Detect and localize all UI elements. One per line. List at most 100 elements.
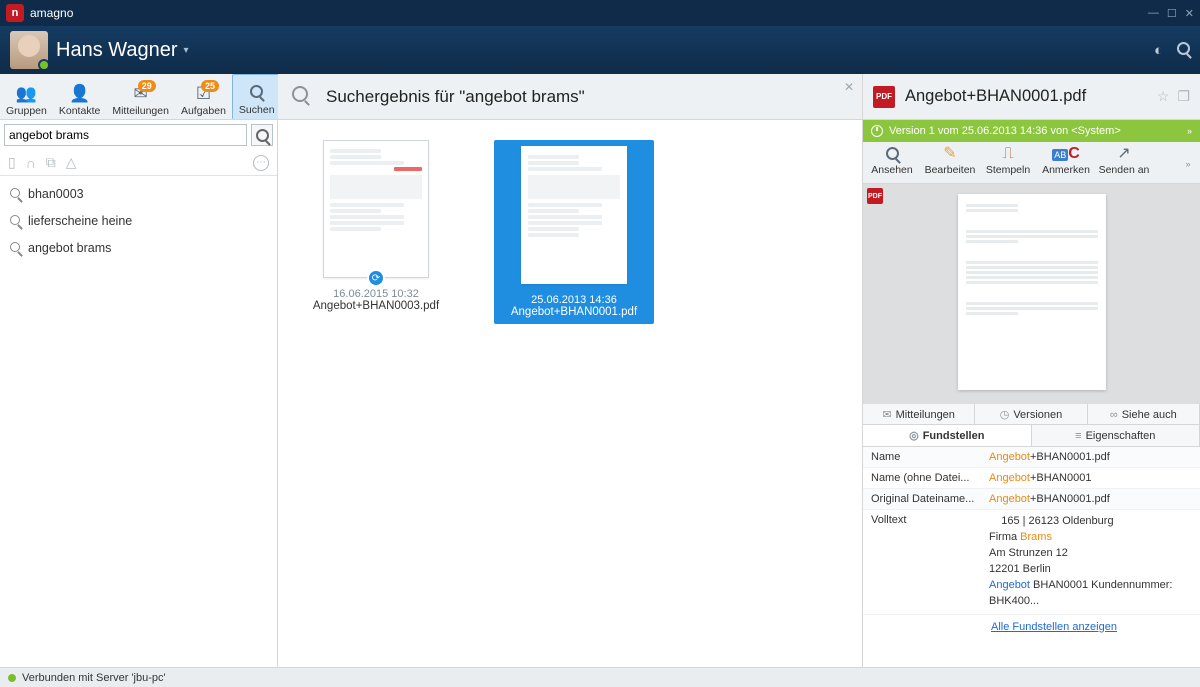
groups-icon: 👥 (16, 84, 37, 104)
filter-user-icon[interactable]: △ (66, 154, 77, 171)
document-thumbnail (521, 146, 627, 284)
link-icon: ∞ (1110, 409, 1118, 421)
tool-anmerken[interactable]: ABCAnmerken (1037, 142, 1095, 183)
prop-key: Name (ohne Datei... (871, 472, 989, 484)
show-all-hits-link[interactable]: Alle Fundstellen anzeigen (863, 615, 1200, 639)
nav-tabs: 👥 Gruppen 👤 Kontakte ✉29 Mitteilungen ☑2… (0, 74, 277, 120)
header-search-icon[interactable] (1177, 42, 1190, 59)
user-row: Hans Wagner ▾ ◐ (0, 26, 1200, 74)
close-panel-icon[interactable]: ✕ (844, 80, 854, 94)
tab-gruppen[interactable]: 👥 Gruppen (0, 74, 53, 119)
tool-label: Ansehen (871, 164, 912, 176)
version-text: Version 1 vom 25.06.2013 14:36 von <Syst… (889, 125, 1121, 137)
detail-preview[interactable]: PDF (863, 184, 1200, 404)
avatar[interactable] (10, 31, 48, 69)
maximize-icon[interactable]: ☐ (1167, 7, 1177, 20)
edit-icon: ✎ (921, 144, 979, 164)
titlebar: n amagno — ☐ ✕ (0, 0, 1200, 26)
tab-kontakte[interactable]: 👤 Kontakte (53, 74, 106, 119)
search-icon (292, 86, 308, 107)
tool-ansehen[interactable]: Ansehen (863, 142, 921, 183)
globe-icon[interactable]: ◐ (1154, 42, 1163, 59)
target-icon: ◎ (909, 429, 919, 442)
tool-senden[interactable]: ↗Senden an (1095, 142, 1153, 183)
dtab-mitteilungen[interactable]: ✉Mitteilungen (862, 403, 975, 425)
tool-label: Anmerken (1042, 164, 1090, 176)
version-bar: Version 1 vom 25.06.2013 14:36 von <Syst… (863, 120, 1200, 142)
user-dropdown-icon[interactable]: ▾ (184, 45, 189, 56)
tab-aufgaben-label: Aufgaben (181, 105, 226, 117)
tab-mitteilungen-label: Mitteilungen (112, 105, 169, 117)
recent-item-label: angebot brams (28, 241, 111, 255)
list-icon: ≡ (1075, 430, 1081, 442)
dtab-siehe-auch[interactable]: ∞Siehe auch (1087, 403, 1200, 425)
status-text: Verbunden mit Server 'jbu-pc' (22, 672, 166, 684)
tool-more[interactable]: » (1176, 142, 1200, 183)
dtab-versionen[interactable]: ◷Versionen (974, 403, 1087, 425)
app-name: amagno (30, 6, 73, 20)
user-name[interactable]: Hans Wagner (56, 39, 178, 62)
result-item-selected[interactable]: 25.06.2013 14:36 Angebot+BHAN0001.pdf (494, 140, 654, 324)
window-controls: — ☐ ✕ (1148, 7, 1194, 20)
tab-suchen-label: Suchen (239, 104, 275, 116)
messages-icon: ✉29 (134, 84, 148, 104)
minimize-icon[interactable]: — (1148, 7, 1159, 20)
prop-key: Name (871, 451, 989, 463)
close-icon[interactable]: ✕ (1185, 7, 1194, 20)
page-preview (958, 194, 1106, 390)
tab-suchen[interactable]: Suchen (232, 74, 282, 119)
sync-icon: ⟳ (367, 269, 385, 287)
recent-item[interactable]: angebot brams (0, 234, 277, 261)
search-icon (10, 240, 20, 255)
filter-mobile-icon[interactable]: ▯ (8, 154, 16, 171)
detail-toolbar: Ansehen ✎Bearbeiten ⎍Stempeln ABCAnmerke… (863, 142, 1200, 184)
result-name: Angebot+BHAN0001.pdf (500, 306, 648, 318)
tab-mitteilungen[interactable]: ✉29 Mitteilungen (106, 74, 175, 119)
properties-list: Name Angebot+BHAN0001.pdf Name (ohne Dat… (863, 447, 1200, 667)
contacts-icon: 👤 (69, 84, 90, 104)
left-panel: 👥 Gruppen 👤 Kontakte ✉29 Mitteilungen ☑2… (0, 74, 278, 667)
dtab-label: Eigenschaften (1086, 430, 1156, 442)
results-title: Suchergebnis für "angebot brams" (326, 87, 585, 107)
tool-stempeln[interactable]: ⎍Stempeln (979, 142, 1037, 183)
annotate-icon: ABC (1037, 144, 1095, 164)
tab-kontakte-label: Kontakte (59, 105, 100, 117)
search-row (0, 120, 277, 150)
dtab-label: Versionen (1013, 409, 1062, 421)
result-name: Angebot+BHAN0003.pdf (296, 300, 456, 312)
filter-groups-icon[interactable]: ⧉ (46, 154, 56, 171)
document-thumbnail: ⟳ (323, 140, 429, 278)
pdf-icon: PDF (873, 86, 895, 108)
recent-item[interactable]: bhan0003 (0, 180, 277, 207)
dtab-eigenschaften[interactable]: ≡ Eigenschaften (1031, 424, 1200, 446)
tool-label: Bearbeiten (925, 164, 976, 176)
results-body: ⟳ 16.06.2015 10:32 Angebot+BHAN0003.pdf … (278, 120, 862, 667)
send-icon: ↗ (1095, 144, 1153, 164)
tab-aufgaben[interactable]: ☑25 Aufgaben (175, 74, 232, 119)
tasks-badge: 25 (201, 80, 219, 92)
prop-row: Name Angebot+BHAN0001.pdf (863, 447, 1200, 468)
search-icon (10, 213, 20, 228)
favorite-icon[interactable]: ☆ (1157, 88, 1170, 105)
results-header: Suchergebnis für "angebot brams" ✕ (278, 74, 862, 120)
prop-row-volltext: Volltext 165 | 26123 Oldenburg Firma Bra… (863, 510, 1200, 615)
tasks-icon: ☑25 (196, 84, 211, 104)
result-date: 25.06.2013 14:36 (500, 294, 648, 306)
open-external-icon[interactable]: ❐ (1177, 88, 1190, 105)
detail-panel: PDF Angebot+BHAN0001.pdf ☆ ❐ Version 1 v… (862, 74, 1200, 667)
chevron-right-icon: » (1185, 159, 1190, 169)
prop-row: Original Dateiname... Angebot+BHAN0001.p… (863, 489, 1200, 510)
prop-value: Angebot+BHAN0001.pdf (989, 451, 1192, 463)
search-input[interactable] (4, 124, 247, 146)
version-expand-icon[interactable]: » (1187, 126, 1192, 136)
messages-badge: 29 (138, 80, 156, 92)
search-button[interactable] (251, 124, 273, 146)
dtab-fundstellen[interactable]: ◎Fundstellen (862, 424, 1032, 446)
filter-magnet-icon[interactable]: ∩ (26, 155, 36, 171)
recent-item[interactable]: lieferscheine heine (0, 207, 277, 234)
recent-item-label: bhan0003 (28, 187, 84, 201)
tool-bearbeiten[interactable]: ✎Bearbeiten (921, 142, 979, 183)
filter-more-icon[interactable]: ⋯ (253, 155, 269, 171)
result-item[interactable]: ⟳ 16.06.2015 10:32 Angebot+BHAN0003.pdf (296, 140, 456, 312)
search-tab-icon (250, 83, 263, 103)
